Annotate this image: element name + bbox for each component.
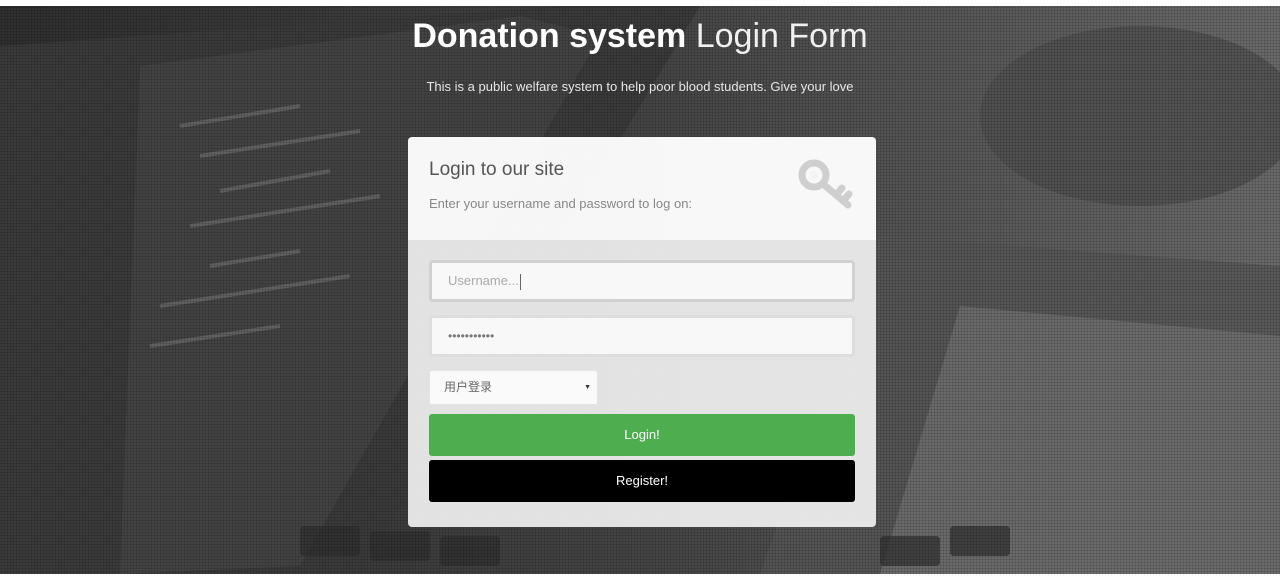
password-input[interactable]: ••••••••••• (429, 315, 855, 357)
username-input[interactable]: Username... (429, 260, 855, 302)
role-select-value: 用户登录 (444, 380, 493, 394)
login-description: Enter your username and password to log … (429, 196, 693, 211)
text-caret (519, 273, 521, 290)
login-card: Login to our site Enter your username an… (408, 137, 876, 527)
role-select[interactable]: 用户登录 ▼ (429, 370, 598, 405)
title-light: Login Form (695, 17, 868, 55)
page-title: Donation system Login Form (0, 12, 1280, 60)
password-masked-value: ••••••••••• (448, 329, 495, 343)
login-heading: Login to our site (429, 159, 565, 180)
register-button[interactable]: Register! (429, 460, 855, 502)
dropdown-arrow-icon: ▼ (584, 384, 591, 391)
title-strong: Donation system (412, 17, 687, 55)
username-placeholder: Username... (448, 273, 519, 288)
login-button[interactable]: Login! (429, 414, 855, 456)
login-form: Username... ••••••••••• 用户登录 ▼ Login! Re… (408, 240, 876, 527)
page-subtitle: This is a public welfare system to help … (426, 79, 854, 94)
key-icon (798, 159, 853, 209)
login-card-header: Login to our site Enter your username an… (408, 137, 876, 240)
